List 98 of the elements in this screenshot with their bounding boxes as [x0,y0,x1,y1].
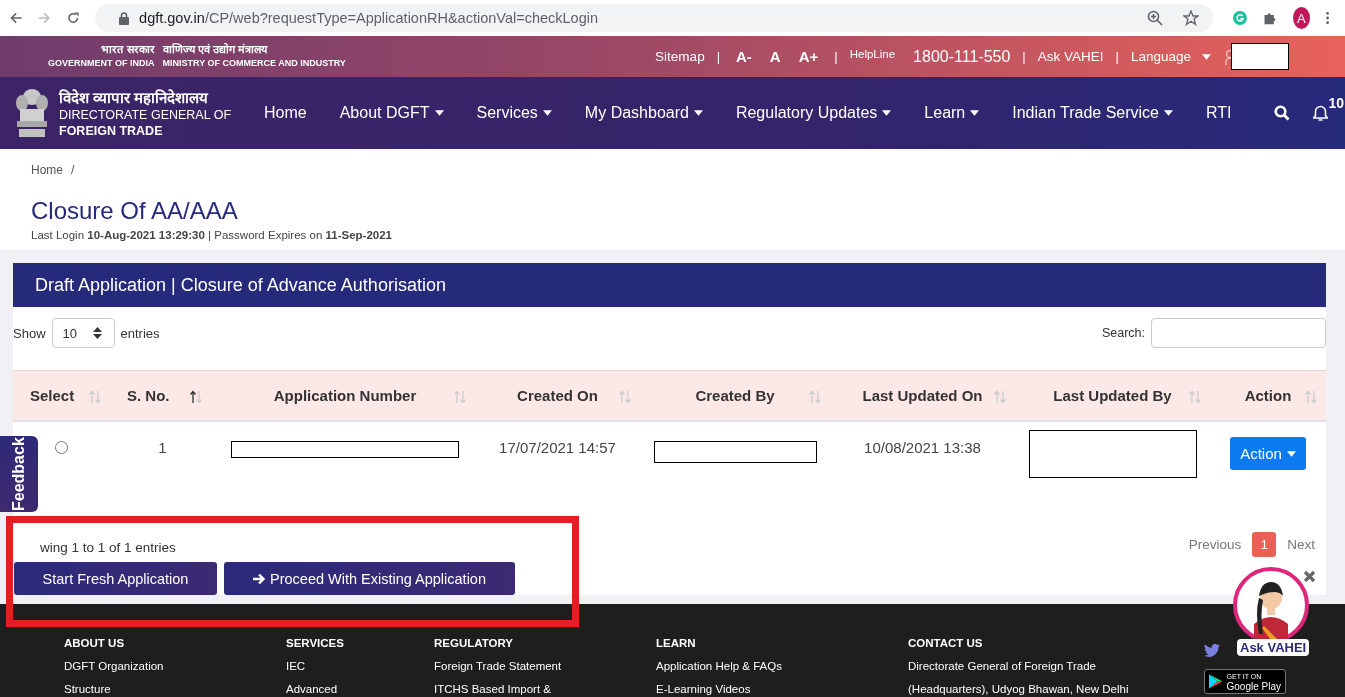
nav-link[interactable]: Services [476,104,552,122]
profile-avatar[interactable]: A [1292,7,1310,29]
back-icon[interactable] [10,10,23,26]
previous-link[interactable]: Previous [1183,537,1247,552]
separator-text: | [1115,49,1119,64]
card-header: Draft Application | Closure of Advance Authorisation [13,263,1326,308]
application-button[interactable]: Proceed With Existing Application [224,562,515,595]
feedback-tab[interactable]: Feedback [0,436,38,512]
footer-link[interactable]: IEC [286,659,306,673]
nav-link[interactable]: Learn [924,104,980,122]
column-header[interactable]: Action [1210,370,1326,422]
footer-link[interactable]: Advanced [286,682,338,696]
url-text: dgft.gov.in/CP/web?requestType=ApplicationRH&actionVal=checkLogin [139,10,598,26]
footer-heading: LEARN [656,636,696,650]
top-link[interactable]: Sitemap [655,49,705,64]
application-button[interactable]: Start Fresh Application [14,562,217,595]
separator-text: | [834,49,838,64]
footer-heading: REGULATORY [434,636,513,650]
column-header[interactable]: Created By [640,370,830,422]
zoom-icon[interactable] [1147,10,1164,26]
caret-icon [1202,53,1211,60]
nav-link[interactable]: Home [264,104,307,122]
star-icon[interactable] [1183,10,1200,26]
footer-link[interactable]: (Headquarters), Udyog Bhawan, New Delhi [908,682,1129,696]
top-link[interactable]: Ask VAHEI [1037,49,1104,64]
footer-link[interactable]: E-Learning Videos [656,682,751,696]
column-header[interactable]: Last Updated By [1015,370,1210,422]
caret-icon [882,110,892,116]
sort-icon [92,327,102,340]
footer-link[interactable]: Application Help & FAQs [656,659,782,673]
caret-icon [693,110,703,116]
table-cell: 17/07/2021 14:57 [499,439,616,456]
entries-select[interactable]: 10 [51,318,115,349]
hindi-text: वाणिज्य एवं उद्योग मंत्रालय [162,43,267,56]
nav-link[interactable]: Regulatory Updates [735,104,892,122]
separator-text: | [1022,49,1026,64]
footer-link[interactable]: Directorate General of Foreign Trade [908,659,1096,673]
font-size-button[interactable]: A [769,48,781,65]
font-size-button[interactable]: A+ [798,48,819,65]
footer-link[interactable]: Structure [64,682,111,696]
government-label: GOVERNMENT OF INDIA [48,57,155,70]
footer-link[interactable]: DGFT Organization [64,659,164,673]
caret-icon [542,110,552,116]
helpline-label: HelpLine [849,47,896,60]
logo-text: FOREIGN TRADE [59,123,164,139]
twitter-icon[interactable] [1204,644,1220,657]
caret-icon [434,110,444,116]
separator-text: | [716,49,721,64]
ministry-label: MINISTRY OF COMMERCE AND INDUSTRY [162,57,346,70]
column-header[interactable]: Last Updated On [830,370,1015,422]
logo-text: DIRECTORATE GENERAL OF [59,106,231,124]
footer-link[interactable]: Foreign Trade Statement [434,659,562,673]
table-cell: 10/08/2021 13:38 [864,439,981,456]
footer-heading: SERVICES [286,636,344,650]
play-icon [1209,674,1223,689]
reload-icon[interactable] [66,10,80,26]
font-size-button[interactable]: A- [736,48,752,65]
login-info: Last Login 10-Aug-2021 13:29:30 | Password Expires on 11-Sep-2021 [31,229,393,241]
footer-heading: ABOUT US [64,636,125,650]
more-icon[interactable] [1325,10,1329,26]
phone-number: 1800-111-550 [913,47,1011,66]
nav-link[interactable]: My Dashboard [584,104,703,122]
sort-icon[interactable] [189,390,203,404]
caret-icon [1164,110,1173,116]
search-field[interactable] [1151,318,1326,349]
footer-heading: CONTACT US [908,636,983,650]
hindi-text: भारत सरकार [101,43,155,56]
caret-icon [970,110,980,116]
footer-link[interactable]: ITCHS Based Import & [434,682,551,696]
hindi-text: विदेश व्यापार महानिदेशालय [59,87,210,107]
nav-link[interactable]: Indian Trade Service [1012,104,1173,122]
page-title: Closure Of AA/AAA [31,197,239,225]
lock-icon [119,11,130,25]
bell-icon[interactable] [1313,104,1329,122]
close-icon[interactable] [1303,570,1316,583]
caret-icon [1286,450,1296,457]
column-header[interactable]: Application Number [215,370,475,422]
breadcrumb-separator: / [71,163,75,179]
chat-label[interactable]: Ask VAHEI [1237,639,1310,656]
arrow-right-icon [253,572,266,585]
column-header[interactable]: Created On [475,370,640,422]
nav-link[interactable]: RTI [1206,104,1232,122]
search-label: Search: [1101,326,1145,341]
column-header[interactable]: Select [13,370,110,422]
search-icon[interactable] [1274,105,1291,121]
show-label: Show [13,325,46,341]
notification-count: 10 [1328,95,1345,110]
table-info: wing 1 to 1 of 1 entries [39,540,177,557]
redaction-box [1231,43,1289,70]
action-button[interactable]: Action [1230,437,1306,470]
entries-label: entries [120,325,160,341]
language-dropdown[interactable]: Language [1130,49,1211,64]
next-link[interactable]: Next [1282,537,1320,552]
address-bar[interactable]: dgft.gov.in/CP/web?requestType=ApplicationRH&actionVal=checkLogin [95,4,1214,32]
breadcrumb-link[interactable]: Home [31,163,63,183]
nav-link[interactable]: About DGFT [339,104,444,122]
column-header[interactable]: S. No. [110,370,215,422]
table-cell: 1 [158,439,167,456]
